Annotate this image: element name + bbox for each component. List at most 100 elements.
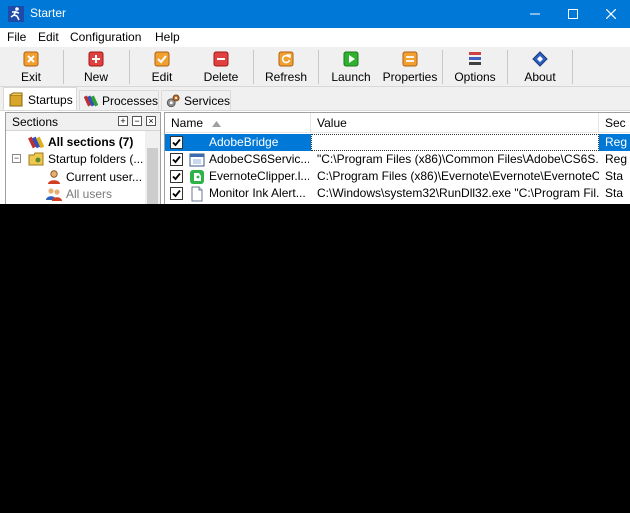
new-button[interactable]: New xyxy=(67,49,125,85)
content-area: Sections + − × All sections (7) − Startu… xyxy=(0,110,630,204)
tab-processes[interactable]: Processes xyxy=(79,90,159,110)
delete-label: Delete xyxy=(203,70,239,84)
scrollbar-thumb[interactable] xyxy=(147,148,158,204)
about-button[interactable]: About xyxy=(511,49,569,85)
new-label: New xyxy=(83,70,108,84)
tree-item-startup-folders[interactable]: Startup folders (... xyxy=(28,150,143,167)
new-icon xyxy=(88,51,104,67)
table-row[interactable]: Monitor Ink Alert... C:\Windows\system32… xyxy=(165,185,630,202)
tree-item-label: All users xyxy=(66,186,113,201)
cell-value xyxy=(311,134,599,151)
tree-item-all-users[interactable]: All users xyxy=(46,185,112,202)
exit-button[interactable]: Exit xyxy=(2,49,60,85)
minimize-icon xyxy=(530,13,540,15)
exit-label: Exit xyxy=(20,70,41,84)
toolbar-separator xyxy=(318,50,319,84)
sections-scrollbar[interactable] xyxy=(145,131,160,204)
toolbar-separator xyxy=(442,50,443,84)
maximize-button[interactable] xyxy=(554,0,592,28)
toolbar-separator xyxy=(129,50,130,84)
toolbar-separator xyxy=(507,50,508,84)
checkmark-icon xyxy=(172,155,181,164)
application-icon xyxy=(189,153,205,167)
menu-file[interactable]: File xyxy=(7,30,26,44)
properties-button[interactable]: Properties xyxy=(380,49,440,85)
tree-item-label: All sections (7) xyxy=(48,134,134,149)
menu-configuration[interactable]: Configuration xyxy=(70,30,141,44)
toolbar-separator xyxy=(572,50,573,84)
processes-icon xyxy=(84,95,98,106)
row-checkbox[interactable] xyxy=(170,170,183,183)
close-icon xyxy=(606,9,616,19)
sections-panel: Sections + − × All sections (7) − Startu… xyxy=(5,112,161,204)
expand-all-button[interactable]: + xyxy=(118,116,128,126)
table-row[interactable]: EvernoteClipper.l... C:\Program Files (x… xyxy=(165,168,630,185)
tree-item-all-sections[interactable]: All sections (7) xyxy=(28,133,133,150)
edit-icon xyxy=(154,51,170,67)
properties-label: Properties xyxy=(382,70,438,84)
tab-startups-label: Startups xyxy=(28,92,73,107)
table-row[interactable]: AdobeCS6Servic... "C:\Program Files (x86… xyxy=(165,151,630,168)
delete-icon xyxy=(213,51,229,67)
startups-list: Name Value Sec AdobeBridge Reg AdobeCS6S… xyxy=(164,112,630,204)
column-section-label: Sec xyxy=(605,116,626,130)
row-checkbox[interactable] xyxy=(170,136,183,149)
document-icon xyxy=(191,186,203,202)
cell-value: C:\Program Files (x86)\Evernote\Evernote… xyxy=(317,169,599,183)
list-header: Name Value Sec xyxy=(165,113,630,133)
options-button[interactable]: Options xyxy=(446,49,504,85)
tree-collapse-toggle[interactable]: − xyxy=(12,154,21,163)
cell-name: Monitor Ink Alert... xyxy=(209,186,306,200)
tree-item-current-user[interactable]: Current user... xyxy=(46,168,142,185)
menu-help[interactable]: Help xyxy=(155,30,180,44)
edit-button[interactable]: Edit xyxy=(133,49,191,85)
about-icon xyxy=(532,51,548,67)
edit-label: Edit xyxy=(151,70,173,84)
toolbar: Exit New Edit Delete Refresh Launch Prop… xyxy=(0,47,630,87)
tab-startups[interactable]: Startups xyxy=(3,87,77,111)
options-label: Options xyxy=(454,70,496,84)
column-value-label: Value xyxy=(317,116,347,130)
cell-name: AdobeBridge xyxy=(209,135,279,149)
checkmark-icon xyxy=(172,138,181,147)
folder-icon xyxy=(28,152,44,165)
table-row[interactable]: AdobeBridge Reg xyxy=(165,134,630,151)
window-title: Starter xyxy=(30,6,67,20)
column-header-value[interactable]: Value xyxy=(311,113,599,133)
row-checkbox[interactable] xyxy=(170,153,183,166)
cell-value: "C:\Program Files (x86)\Common Files\Ado… xyxy=(317,152,599,166)
menu-bar: File Edit Configuration Help xyxy=(0,28,630,47)
column-header-section[interactable]: Sec xyxy=(599,113,630,133)
checkmark-icon xyxy=(172,189,181,198)
options-icon xyxy=(469,52,481,65)
column-name-label: Name xyxy=(171,116,204,130)
column-header-name[interactable]: Name xyxy=(165,113,311,133)
collapse-all-button[interactable]: − xyxy=(132,116,142,126)
exit-icon xyxy=(23,51,39,67)
refresh-label: Refresh xyxy=(264,70,308,84)
tab-services[interactable]: Services xyxy=(161,90,231,110)
cell-section: Sta xyxy=(605,169,624,183)
toolbar-separator xyxy=(253,50,254,84)
users-icon xyxy=(46,187,62,201)
user-icon xyxy=(48,169,60,184)
tab-strip: Startups Processes Services xyxy=(0,87,630,111)
close-panel-button[interactable]: × xyxy=(146,116,156,126)
title-bar[interactable]: Starter xyxy=(0,0,630,28)
delete-button[interactable]: Delete xyxy=(192,49,250,85)
cell-section: Sta xyxy=(605,186,624,200)
minimize-button[interactable] xyxy=(516,0,554,28)
sections-title: Sections xyxy=(12,115,59,129)
menu-edit[interactable]: Edit xyxy=(38,30,59,44)
launch-label: Launch xyxy=(331,70,371,84)
maximize-icon xyxy=(568,9,578,19)
cell-value: C:\Windows\system32\RunDll32.exe "C:\Pro… xyxy=(317,186,599,200)
row-checkbox[interactable] xyxy=(170,187,183,200)
refresh-icon xyxy=(278,51,294,67)
about-label: About xyxy=(524,70,556,84)
launch-button[interactable]: Launch xyxy=(322,49,380,85)
sections-header: Sections + − × xyxy=(6,113,160,131)
tab-services-label: Services xyxy=(183,93,230,108)
refresh-button[interactable]: Refresh xyxy=(257,49,315,85)
close-button[interactable] xyxy=(592,0,630,28)
